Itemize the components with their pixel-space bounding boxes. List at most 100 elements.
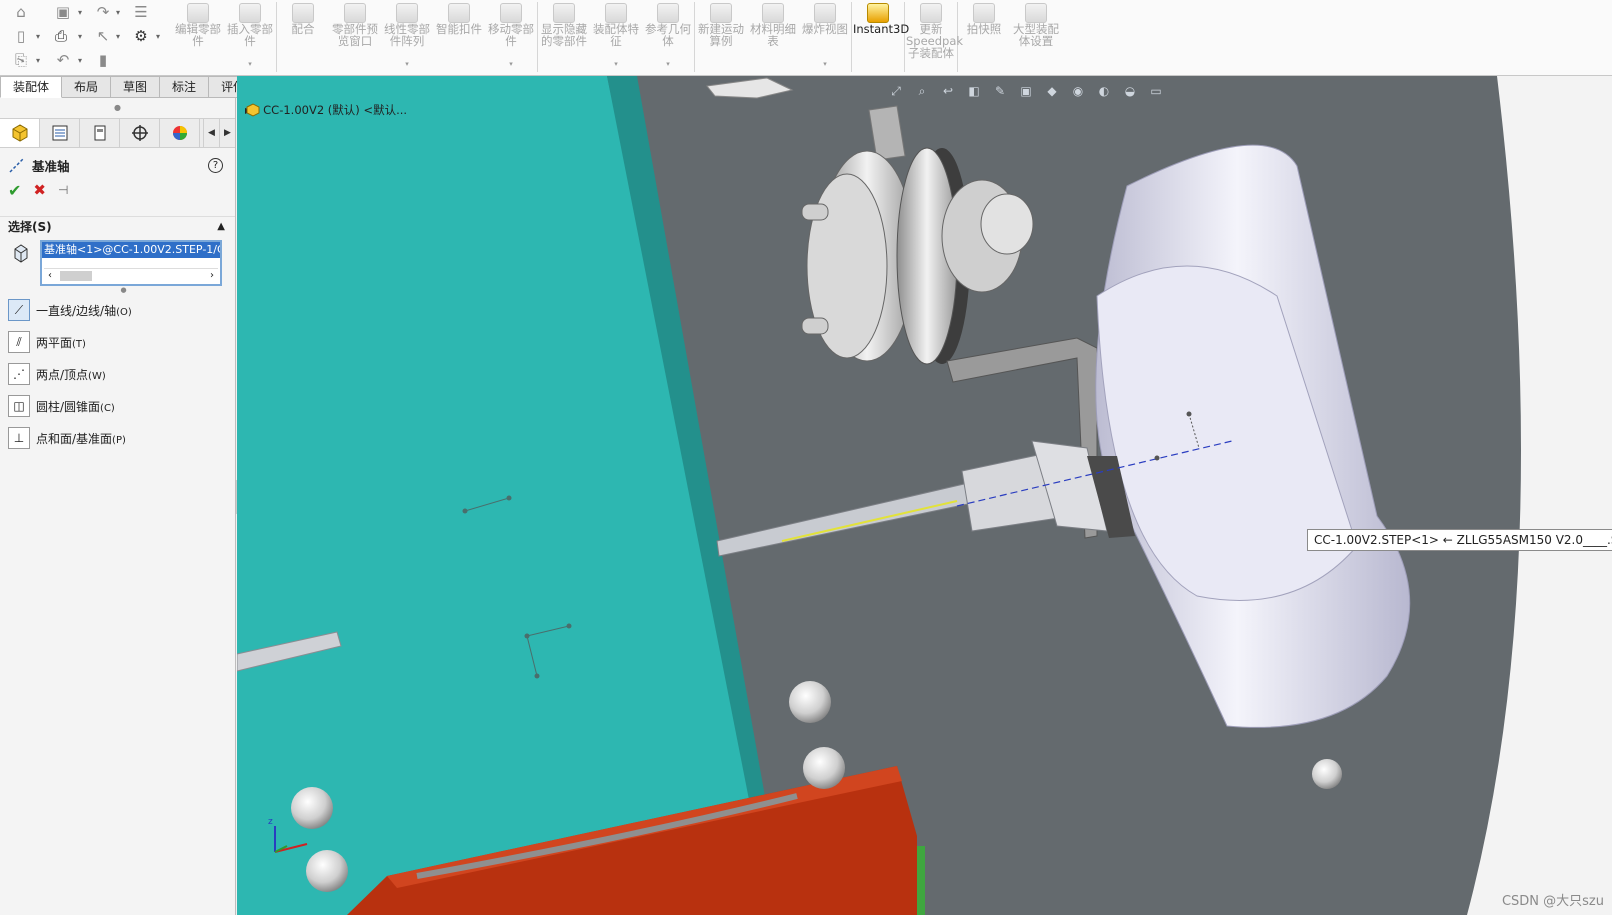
scroll-thumb[interactable]: [60, 270, 92, 281]
ribbon-button[interactable]: 新建运动算例: [695, 0, 747, 74]
select-arrow-icon[interactable]: ↖: [92, 26, 114, 46]
feature-manager-tab[interactable]: [0, 119, 40, 147]
undo-icon[interactable]: ↶: [52, 50, 74, 70]
two-points-icon[interactable]: ⋰: [8, 363, 30, 385]
chevron-down-icon[interactable]: ▾: [78, 32, 86, 42]
ribbon-button[interactable]: 编辑零部件: [172, 0, 224, 74]
axis-option[interactable]: ◫ 圆柱/圆锥面(C): [0, 390, 235, 422]
cylinder-cone-icon[interactable]: ◫: [8, 395, 30, 417]
zoom-to-area-icon[interactable]: ⌕: [913, 82, 931, 100]
ball[interactable]: [789, 681, 831, 723]
axis-option-label: 两平面: [36, 335, 73, 350]
ribbon-button[interactable]: 更新Speedpak子装配体: [905, 0, 963, 74]
configuration-manager-tab[interactable]: [80, 119, 120, 147]
chevron-down-icon[interactable]: ▾: [116, 8, 124, 18]
previous-view-icon[interactable]: ↩: [939, 82, 957, 100]
command-tab[interactable]: 标注: [160, 76, 210, 98]
ok-button[interactable]: ✔: [8, 181, 21, 200]
ribbon-button[interactable]: 材料明细表: [747, 0, 799, 74]
axis-option[interactable]: ⫽ 两平面(T): [0, 326, 235, 358]
tabs-scroll-left-icon[interactable]: ◀: [203, 119, 219, 147]
line-edge-axis-icon[interactable]: ⟋: [8, 299, 30, 321]
ribbon-button[interactable]: 移动零部件 ▾: [485, 0, 537, 74]
ribbon-button[interactable]: 线性零部件阵列 ▾: [381, 0, 433, 74]
command-tab[interactable]: 布局: [62, 76, 112, 98]
save-icon[interactable]: ▣: [52, 2, 74, 22]
spindle-shaft[interactable]: [716, 480, 983, 557]
view-orientation-icon[interactable]: ▣: [1017, 82, 1035, 100]
gear-icon[interactable]: ⚙: [130, 26, 152, 46]
graphics-area[interactable]: z ▶ CC-1.00V2 (默认) <默认... ⤢ ⌕ ↩ ◧ ✎ ▣ ◆ …: [237, 76, 1612, 915]
chevron-down-icon[interactable]: ▾: [78, 8, 86, 18]
chevron-down-icon[interactable]: ▾: [36, 56, 44, 66]
axis-option[interactable]: ⟋ 一直线/边线/轴(O): [0, 294, 235, 326]
chevron-down-icon[interactable]: ▾: [36, 32, 44, 42]
ribbon-button[interactable]: 参考几何体 ▾: [642, 0, 694, 74]
selection-list[interactable]: 基准轴<1>@CC-1.00V2.STEP-1/CC- ‹ ›: [40, 240, 222, 286]
chevron-down-icon[interactable]: ▾: [642, 60, 694, 68]
axis-option[interactable]: ⋰ 两点/顶点(W): [0, 358, 235, 390]
ribbon-button[interactable]: 拍快照: [958, 0, 1010, 74]
section-view-icon[interactable]: ◧: [965, 82, 983, 100]
print-icon[interactable]: ⎙: [50, 26, 72, 46]
ball[interactable]: [1312, 759, 1342, 789]
view-settings-icon[interactable]: ▭: [1147, 82, 1165, 100]
chevron-down-icon[interactable]: ▾: [116, 32, 124, 42]
traffic-light-icon[interactable]: ▮: [92, 50, 114, 70]
dynamic-annotation-icon[interactable]: ✎: [991, 82, 1009, 100]
panel-grip[interactable]: ●: [0, 98, 235, 118]
edit-appearance-icon[interactable]: ◐: [1095, 82, 1113, 100]
ball[interactable]: [803, 747, 845, 789]
ribbon-button[interactable]: 零部件预览窗口: [329, 0, 381, 74]
ribbon-button[interactable]: 智能扣件: [433, 0, 485, 74]
chevron-up-icon[interactable]: ▲: [217, 221, 225, 232]
selection-resize-grip[interactable]: ●: [12, 286, 235, 294]
tree-root-label[interactable]: CC-1.00V2 (默认) <默认...: [263, 102, 407, 118]
chevron-down-icon[interactable]: ▾: [156, 32, 164, 42]
ribbon-button[interactable]: 显示隐藏的零部件: [538, 0, 590, 74]
chevron-down-icon[interactable]: ▾: [381, 60, 433, 68]
chevron-down-icon[interactable]: ▾: [590, 60, 642, 68]
redo-icon[interactable]: ↷: [92, 2, 114, 22]
selection-scrollbar[interactable]: ‹ ›: [44, 268, 218, 282]
hide-show-items-icon[interactable]: ◉: [1069, 82, 1087, 100]
3d-model-view[interactable]: z: [237, 76, 1612, 915]
command-tab[interactable]: 装配体: [0, 76, 63, 98]
display-style-icon[interactable]: ◆: [1043, 82, 1061, 100]
help-icon[interactable]: ?: [208, 157, 223, 173]
chevron-down-icon[interactable]: ▾: [224, 60, 276, 68]
dimxpert-tab[interactable]: [120, 119, 160, 147]
home-icon[interactable]: ⌂: [10, 2, 32, 22]
cancel-button[interactable]: ✖: [33, 181, 46, 199]
ribbon-button[interactable]: 配合: [277, 0, 329, 74]
selection-group-header[interactable]: 选择(S) ▲: [0, 216, 235, 236]
open-folder-icon[interactable]: ⎘: [10, 50, 32, 70]
ribbon-button[interactable]: 插入零部件 ▾: [224, 0, 276, 74]
scroll-right-icon[interactable]: ›: [206, 270, 218, 281]
pin-icon[interactable]: ⊣: [58, 183, 68, 197]
zoom-to-fit-icon[interactable]: ⤢: [887, 82, 905, 100]
top-clip[interactable]: [706, 77, 794, 99]
feature-tree-flyout[interactable]: ▶ CC-1.00V2 (默认) <默认...: [245, 102, 407, 118]
new-document-icon[interactable]: ▯: [10, 26, 32, 46]
property-manager-tab[interactable]: [40, 119, 80, 147]
two-planes-icon[interactable]: ⫽: [8, 331, 30, 353]
scroll-left-icon[interactable]: ‹: [44, 270, 56, 281]
point-plane-icon[interactable]: ⊥: [8, 427, 30, 449]
selection-list-item[interactable]: 基准轴<1>@CC-1.00V2.STEP-1/CC-: [42, 242, 220, 258]
axis-option[interactable]: ⊥ 点和面/基准面(P): [0, 422, 235, 454]
apply-scene-icon[interactable]: ◒: [1121, 82, 1139, 100]
tabs-scroll-right-icon[interactable]: ▶: [219, 119, 235, 147]
ribbon-button[interactable]: 爆炸视图 ▾: [799, 0, 851, 74]
ribbon-button[interactable]: Instant3D: [852, 0, 909, 74]
chevron-down-icon[interactable]: ▾: [799, 60, 851, 68]
ribbon-button[interactable]: 大型装配体设置: [1010, 0, 1062, 74]
list-icon[interactable]: ☰: [130, 2, 152, 22]
ribbon-button[interactable]: 装配体特征 ▾: [590, 0, 642, 74]
chevron-down-icon[interactable]: ▾: [78, 56, 86, 66]
ball[interactable]: [306, 850, 348, 892]
display-manager-tab[interactable]: [160, 119, 200, 147]
chevron-down-icon[interactable]: ▾: [485, 60, 537, 68]
ball[interactable]: [291, 787, 333, 829]
command-tab[interactable]: 草图: [111, 76, 161, 98]
